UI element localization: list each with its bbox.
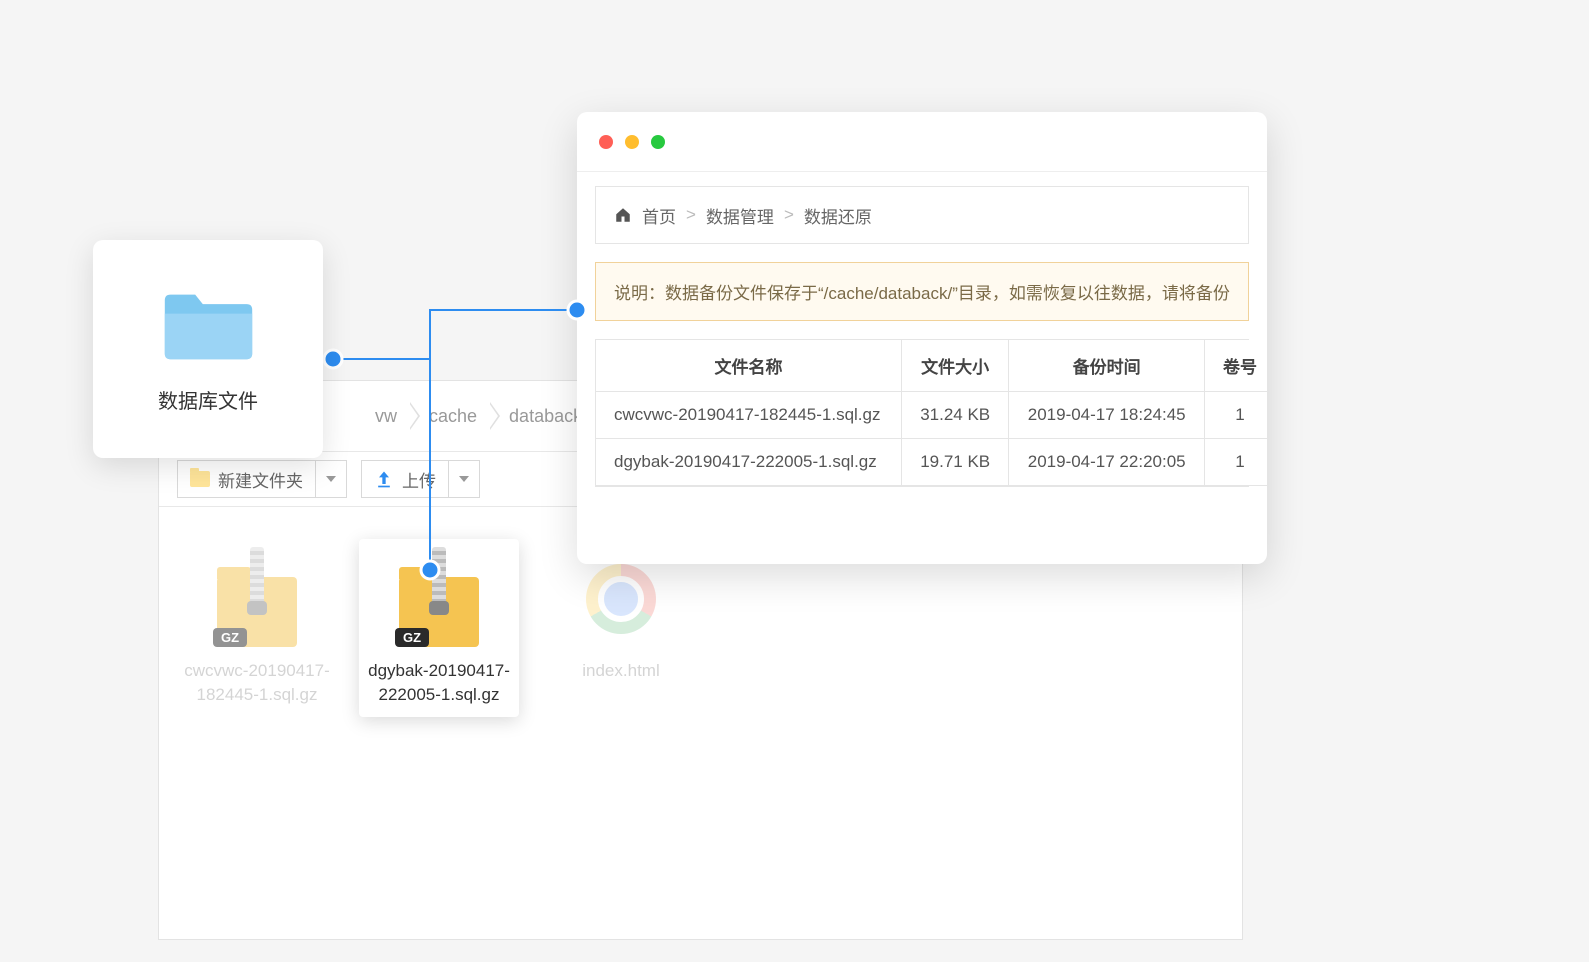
chevron-down-icon [459,476,469,482]
chrome-icon [586,564,656,634]
db-card-label: 数据库文件 [158,385,258,414]
breadcrumb-sep: > [686,205,696,225]
upload-label: 上传 [402,467,436,492]
new-folder-label: 新建文件夹 [218,467,303,492]
chevron-down-icon [326,476,336,482]
cell-time: 2019-04-17 22:20:05 [1009,439,1205,486]
col-filesize: 文件大小 [901,340,1008,392]
database-file-card: 数据库文件 [93,240,323,458]
file-name-label: index.html [582,659,659,683]
new-folder-dropdown[interactable] [316,460,347,498]
upload-button[interactable]: 上传 [361,460,449,498]
breadcrumb-level1[interactable]: 数据管理 [706,203,774,228]
col-volume: 卷号 [1205,340,1268,392]
file-name-label: cwcvwc-20190417-182445-1.sql.gz [183,659,331,707]
table-row[interactable]: dgybak-20190417-222005-1.sql.gz 19.71 KB… [596,439,1267,486]
file-item-selected[interactable]: GZ dgybak-20190417-222005-1.sql.gz [359,539,519,717]
breadcrumb-segment[interactable]: vw [359,398,413,435]
admin-breadcrumb: 首页 > 数据管理 > 数据还原 [595,186,1249,244]
cell-filename: dgybak-20190417-222005-1.sql.gz [596,439,901,486]
cell-size: 19.71 KB [901,439,1008,486]
file-name-label: dgybak-20190417-222005-1.sql.gz [365,659,513,707]
notice-banner: 说明：数据备份文件保存于“/cache/databack/”目录，如需恢复以往数… [595,262,1249,321]
breadcrumb-level2[interactable]: 数据还原 [804,203,872,228]
window-close-icon[interactable] [599,135,613,149]
browser-admin-window: 首页 > 数据管理 > 数据还原 说明：数据备份文件保存于“/cache/dat… [577,112,1267,564]
cell-filename: cwcvwc-20190417-182445-1.sql.gz [596,392,901,439]
gz-archive-icon: GZ [217,552,297,647]
file-item[interactable]: GZ cwcvwc-20190417-182445-1.sql.gz [177,539,337,717]
upload-icon [374,469,394,489]
folder-icon [190,471,210,487]
col-backuptime: 备份时间 [1009,340,1205,392]
breadcrumb-segment[interactable]: cache [413,398,493,435]
window-titlebar [577,112,1267,172]
cell-time: 2019-04-17 18:24:45 [1009,392,1205,439]
home-icon [614,206,632,224]
new-folder-button[interactable]: 新建文件夹 [177,460,316,498]
table-header-row: 文件名称 文件大小 备份时间 卷号 [596,340,1267,392]
cell-vol: 1 [1205,392,1268,439]
folder-icon [161,285,256,365]
cell-size: 31.24 KB [901,392,1008,439]
breadcrumb-home[interactable]: 首页 [642,203,676,228]
table-row[interactable]: cwcvwc-20190417-182445-1.sql.gz 31.24 KB… [596,392,1267,439]
cell-vol: 1 [1205,439,1268,486]
breadcrumb-sep: > [784,205,794,225]
file-item[interactable]: index.html [541,539,701,717]
backup-table: 文件名称 文件大小 备份时间 卷号 cwcvwc-20190417-182445… [595,339,1249,487]
window-maximize-icon[interactable] [651,135,665,149]
col-filename: 文件名称 [596,340,901,392]
window-minimize-icon[interactable] [625,135,639,149]
upload-dropdown[interactable] [449,460,480,498]
gz-archive-icon: GZ [399,552,479,647]
